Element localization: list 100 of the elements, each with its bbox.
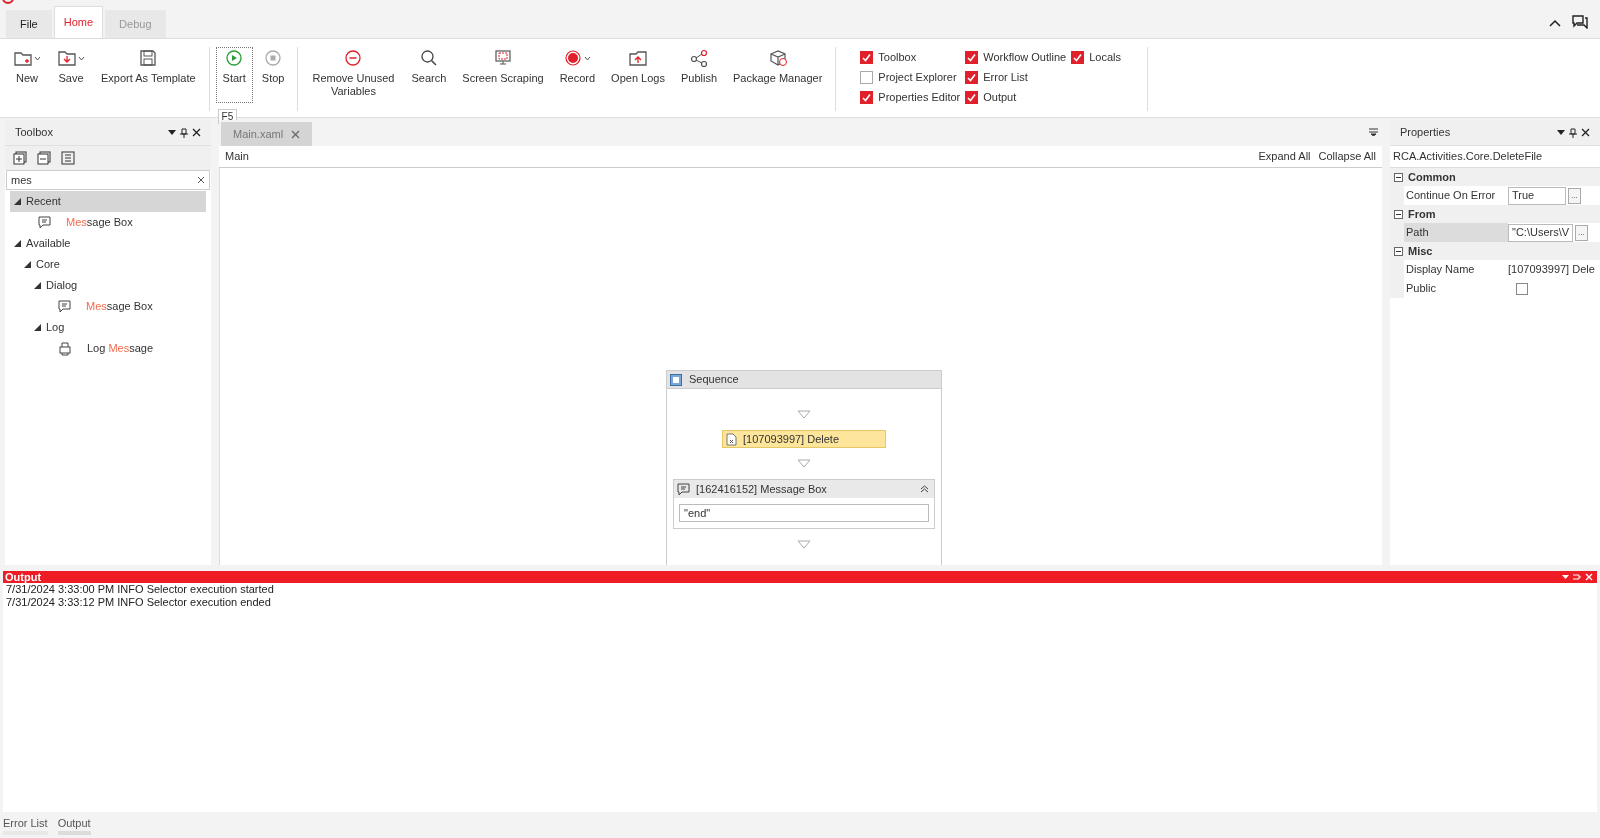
check-icon xyxy=(862,92,872,102)
pin-icon[interactable] xyxy=(1569,127,1577,138)
tree-item[interactable]: Message Box xyxy=(10,212,206,233)
tree-item-label: Log xyxy=(46,320,65,336)
panel-title: Output xyxy=(5,571,43,583)
input-field[interactable]: "end" xyxy=(679,504,929,522)
tree-item-label: Message Box xyxy=(86,299,153,315)
close-icon[interactable] xyxy=(1581,128,1590,137)
ribbon-button[interactable]: Package Manager xyxy=(726,47,830,103)
input-field[interactable]: "C:\Users\V xyxy=(1508,223,1574,242)
tree-item-label: Log Message xyxy=(87,341,154,357)
tree-item-label: Dialog xyxy=(46,278,78,294)
checkbox-label: Workflow Outline xyxy=(983,49,1067,65)
menu-tab[interactable]: File xyxy=(6,10,52,38)
checkbox[interactable] xyxy=(965,70,979,84)
checkbox[interactable] xyxy=(860,70,874,84)
tree-item[interactable]: Core xyxy=(10,254,206,275)
ribbon-button[interactable]: Export As Template xyxy=(94,47,203,103)
search-field[interactable]: mes xyxy=(6,170,210,190)
pin-icon[interactable] xyxy=(180,127,188,138)
property-name[interactable]: Display Name xyxy=(1404,260,1508,279)
ribbon-button[interactable]: Open Logs xyxy=(604,47,672,103)
expand-all-icon[interactable] xyxy=(13,151,27,165)
collapse-box-icon[interactable] xyxy=(1394,172,1403,182)
property-name[interactable]: Public xyxy=(1404,279,1508,298)
record-icon xyxy=(563,48,584,68)
checkbox-label: Project Explorer xyxy=(878,69,957,85)
tree-item[interactable]: Message Box xyxy=(10,296,206,317)
checkbox[interactable] xyxy=(965,90,979,104)
list-icon[interactable] xyxy=(61,151,75,165)
category-label: Common xyxy=(1408,169,1456,185)
search-icon xyxy=(418,48,439,68)
breadcrumb[interactable]: Main xyxy=(225,148,1251,165)
dropdown-icon[interactable] xyxy=(168,129,176,136)
checkbox-label: Output xyxy=(983,89,1017,105)
input-field[interactable]: True xyxy=(1508,186,1566,205)
checkbox[interactable] xyxy=(860,50,874,64)
ellipsis-button[interactable]: ... xyxy=(1575,224,1588,241)
tree-item[interactable]: Log xyxy=(10,317,206,338)
collapse-box-icon[interactable] xyxy=(1394,246,1403,256)
dropdown-icon[interactable] xyxy=(1557,129,1565,136)
chat-icon[interactable] xyxy=(1572,15,1588,29)
sequence-title: Sequence xyxy=(689,372,739,388)
checkbox[interactable] xyxy=(1516,282,1528,295)
category-label: From xyxy=(1408,206,1436,222)
link-button[interactable]: Collapse All xyxy=(1318,148,1376,165)
message-icon xyxy=(38,216,51,229)
ribbon-button[interactable]: New xyxy=(6,47,48,103)
printer-icon xyxy=(58,341,72,356)
category-label: Misc xyxy=(1408,243,1433,259)
close-icon[interactable] xyxy=(192,128,201,137)
file-delete-icon xyxy=(726,432,737,446)
collapse-icon[interactable] xyxy=(920,485,929,493)
ellipsis-button[interactable]: ... xyxy=(1568,187,1581,204)
ribbon-button[interactable]: Remove Unused Variables xyxy=(304,47,403,103)
tree-item[interactable]: Available xyxy=(10,233,206,254)
property-value: [107093997] Dele xyxy=(1508,262,1595,278)
dropdown-caret-icon xyxy=(34,55,41,61)
checkbox[interactable] xyxy=(1071,50,1085,64)
message-icon xyxy=(677,482,690,496)
menu-tab[interactable]: Home xyxy=(53,6,104,38)
panel-tab[interactable]: Output xyxy=(57,815,91,835)
checkbox-label: Toolbox xyxy=(878,49,917,65)
check-icon xyxy=(862,52,872,62)
ribbon-button[interactable]: Start xyxy=(215,47,253,103)
log-line: 7/31/2024 3:33:00 PM INFO Selector execution started xyxy=(5,583,275,596)
drop-arrow-icon xyxy=(797,459,811,468)
property-name[interactable]: Continue On Error xyxy=(1404,186,1508,205)
ribbon-button[interactable]: Screen Scraping xyxy=(455,47,551,103)
checkbox[interactable] xyxy=(860,90,874,104)
checkbox-label: Properties Editor xyxy=(878,89,961,105)
collapse-all-icon[interactable] xyxy=(37,151,51,165)
property-name[interactable]: Path xyxy=(1404,223,1508,242)
clear-icon[interactable] xyxy=(197,176,205,184)
package-icon xyxy=(767,48,788,68)
activity-card[interactable]: [162416152] Message Box "end" xyxy=(673,479,935,529)
tree-item[interactable]: Recent xyxy=(10,191,206,212)
log-line: 7/31/2024 3:33:12 PM INFO Selector execution ended xyxy=(5,596,272,609)
share-nodes-icon xyxy=(688,48,709,68)
activity-card[interactable]: [107093997] Delete xyxy=(722,430,886,448)
tree-item[interactable]: Log Message xyxy=(10,338,206,359)
collapse-ribbon-icon[interactable] xyxy=(1548,18,1562,28)
drop-arrow-icon xyxy=(797,410,811,419)
link-button[interactable]: Expand All xyxy=(1258,148,1311,165)
checkbox-label: Error List xyxy=(983,69,1028,85)
ribbon-button[interactable]: Stop xyxy=(254,47,292,103)
dropdown-caret-icon xyxy=(584,55,592,61)
checkbox[interactable] xyxy=(965,50,979,64)
panel-title: Toolbox xyxy=(15,125,54,141)
ribbon-button[interactable]: Search xyxy=(404,47,454,103)
tree-item[interactable]: Dialog xyxy=(10,275,206,296)
ribbon-button[interactable]: Record xyxy=(552,47,603,103)
checkbox-label: Locals xyxy=(1089,49,1121,65)
tree-item-label: Message Box xyxy=(66,215,133,231)
tab-list-icon[interactable] xyxy=(1369,128,1378,136)
ribbon-button[interactable]: Save xyxy=(50,47,92,103)
ribbon-button[interactable]: Publish xyxy=(673,47,724,103)
panel-tab[interactable]: Error List xyxy=(3,815,48,835)
collapse-box-icon[interactable] xyxy=(1394,209,1403,219)
dropdown-caret-icon xyxy=(78,55,85,61)
